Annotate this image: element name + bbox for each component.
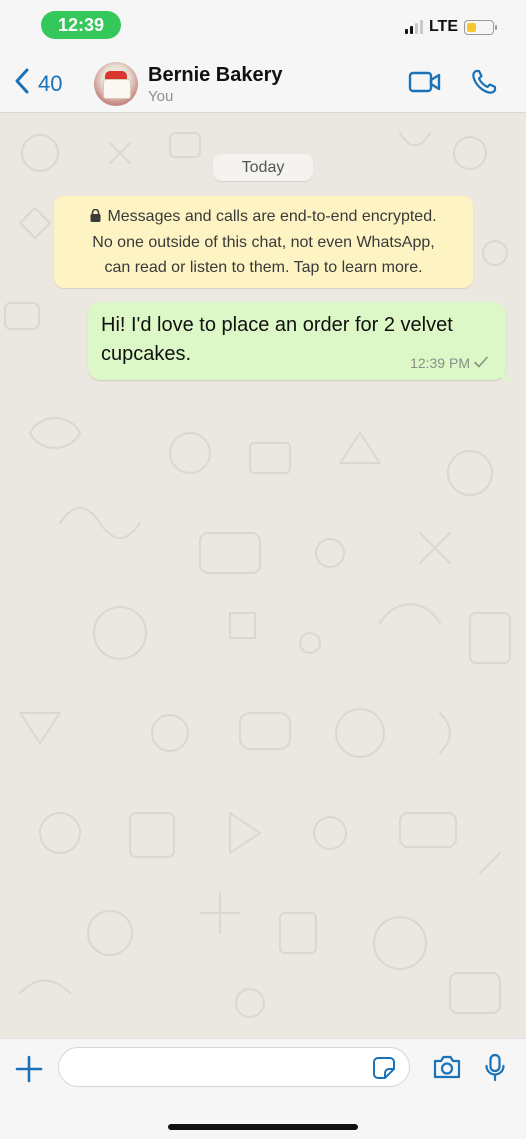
encryption-notice[interactable]: Messages and calls are end-to-end encryp…	[54, 196, 473, 288]
avatar[interactable]	[94, 62, 138, 106]
outgoing-message-bubble[interactable]: Hi! I'd love to place an order for 2 vel…	[88, 302, 514, 380]
encryption-notice-line-1: Messages and calls are end-to-end encryp…	[54, 204, 473, 230]
battery-icon	[464, 19, 497, 35]
chevron-left-icon	[14, 68, 30, 99]
chat-header: 40 Bernie Bakery You	[0, 50, 526, 113]
message-text-line-1: Hi! I'd love to place an order for 2 vel…	[101, 314, 453, 336]
bubble-tail	[502, 366, 514, 380]
video-call-button[interactable]	[408, 70, 442, 99]
contact-name[interactable]: Bernie Bakery	[148, 64, 283, 87]
encryption-notice-line-3: can read or listen to them. Tap to learn…	[104, 259, 423, 276]
lock-icon	[90, 205, 101, 230]
date-separator: Today	[213, 154, 313, 181]
video-call-icon	[408, 71, 442, 98]
message-input[interactable]	[58, 1047, 410, 1087]
encryption-text-1: Messages and calls are end-to-end encryp…	[107, 208, 437, 225]
back-button[interactable]: 40	[14, 68, 62, 99]
signal-icon	[404, 20, 423, 34]
network-type: LTE	[428, 18, 458, 35]
status-time: 12:39	[41, 11, 121, 39]
attach-button[interactable]	[15, 1055, 43, 1088]
phone-icon	[470, 69, 498, 100]
microphone-button[interactable]	[484, 1053, 506, 1088]
message-time: 12:39 PM	[410, 355, 470, 371]
microphone-icon	[484, 1053, 506, 1087]
contact-subtitle: You	[148, 88, 174, 105]
plus-icon	[15, 1055, 43, 1087]
voice-call-button[interactable]	[470, 68, 498, 101]
composer-bar	[0, 1038, 526, 1139]
sticker-button[interactable]	[372, 1056, 396, 1085]
status-bar: 12:39 LTE	[0, 0, 526, 50]
message-text-line-2: cupcakes.	[101, 343, 192, 365]
camera-button[interactable]	[432, 1054, 462, 1085]
encryption-notice-line-2: No one outside of this chat, not even Wh…	[92, 234, 435, 251]
camera-icon	[432, 1055, 462, 1084]
unread-count: 40	[38, 70, 63, 96]
home-indicator	[168, 1124, 358, 1130]
sticker-icon	[372, 1057, 396, 1084]
single-check-icon	[474, 355, 488, 371]
chat-area[interactable]: Today Messages and calls are end-to-end …	[0, 113, 526, 1038]
message-meta: 12:39 PM	[410, 355, 488, 371]
status-indicators: LTE	[404, 17, 497, 37]
